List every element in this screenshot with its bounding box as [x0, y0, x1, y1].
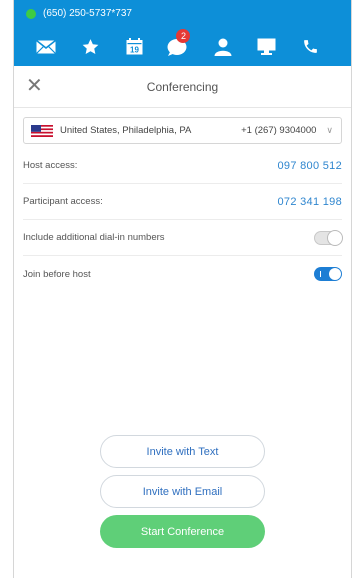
participant-access-row: Participant access: 072 341 198: [23, 184, 342, 220]
presence-dot-icon: [26, 8, 36, 19]
country-select[interactable]: United States, Philadelphia, PA +1 (267)…: [23, 117, 342, 144]
header: ✕ Conferencing: [14, 66, 351, 108]
person-icon[interactable]: [212, 36, 234, 58]
phone-icon[interactable]: [300, 36, 322, 58]
app-frame: (650) 250-5737*737 19 2 ✕ Conferencing U…: [13, 0, 352, 578]
action-buttons: Invite with Text Invite with Email Start…: [14, 435, 351, 548]
invite-text-button[interactable]: Invite with Text: [100, 435, 265, 468]
status-bar: (650) 250-5737*737: [14, 0, 351, 27]
toolbar: 19 2: [14, 27, 351, 66]
close-icon[interactable]: ✕: [26, 76, 44, 96]
mail-icon[interactable]: [35, 36, 57, 58]
us-flag-icon: [31, 124, 53, 137]
host-access-code[interactable]: 097 800 512: [278, 160, 342, 172]
monitor-icon[interactable]: [256, 36, 278, 58]
dial-in-row: Include additional dial-in numbers: [23, 220, 343, 256]
page-title: Conferencing: [146, 79, 219, 94]
toggle-knob: [329, 268, 341, 280]
dial-in-label: Include additional dial-in numbers: [23, 232, 165, 243]
join-before-host-row: Join before host: [23, 256, 342, 292]
dial-in-toggle[interactable]: [314, 229, 343, 246]
country-name: United States, Philadelphia, PA: [60, 125, 192, 136]
chevron-down-icon: ∨: [326, 125, 333, 135]
participant-access-code[interactable]: 072 341 198: [278, 196, 342, 208]
calendar-icon[interactable]: 19: [123, 36, 145, 58]
invite-email-button[interactable]: Invite with Email: [100, 475, 265, 508]
country-phone: +1 (267) 9304000: [241, 125, 317, 136]
join-before-host-toggle[interactable]: [314, 267, 342, 281]
toggle-knob: [327, 229, 343, 246]
calendar-day-text: 19: [130, 46, 139, 55]
join-before-host-label: Join before host: [23, 268, 91, 280]
status-phone-number: (650) 250-5737*737: [43, 8, 132, 19]
notification-badge: 2: [176, 28, 191, 43]
chat-icon[interactable]: 2: [167, 28, 191, 58]
start-conference-button[interactable]: Start Conference: [100, 515, 265, 548]
participant-access-label: Participant access:: [23, 196, 103, 207]
star-icon[interactable]: [79, 36, 101, 58]
toggle-on-mark: [320, 271, 321, 277]
host-access-label: Host access:: [23, 160, 78, 171]
host-access-row: Host access: 097 800 512: [23, 148, 342, 184]
